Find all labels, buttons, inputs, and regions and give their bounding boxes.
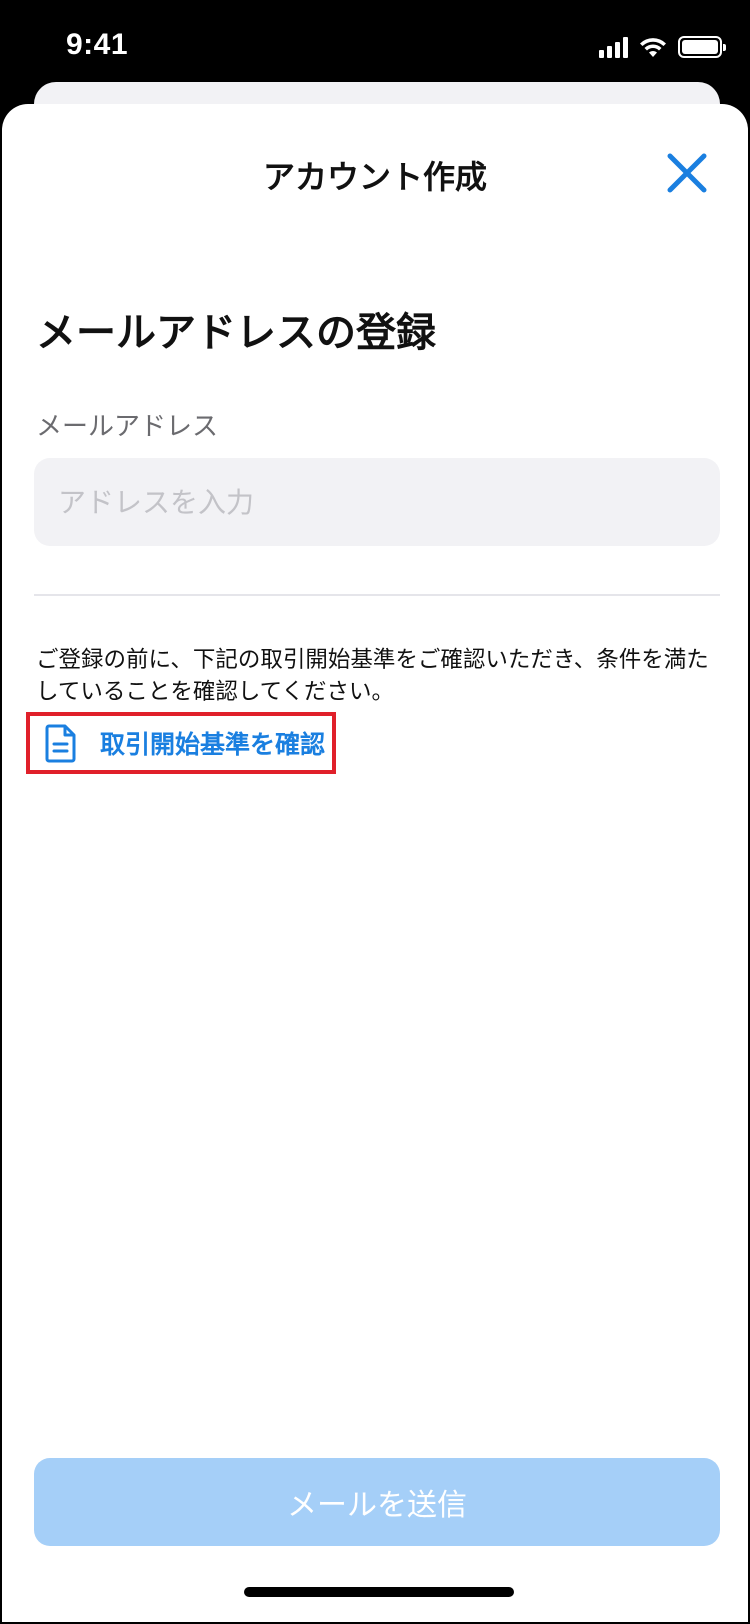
modal-sheet: アカウント作成 メールアドレスの登録 メールアドレス ご登録の前に、下記の取引開… xyxy=(2,104,748,1622)
email-input[interactable] xyxy=(34,458,720,546)
document-icon xyxy=(44,723,78,763)
status-icons xyxy=(599,32,726,62)
page-heading: メールアドレスの登録 xyxy=(36,310,436,356)
email-label: メールアドレス xyxy=(36,412,219,442)
status-bar: 9:41 xyxy=(2,2,748,92)
trading-criteria-link-label: 取引開始基準を確認 xyxy=(100,730,326,759)
notice-text: ご登録の前に、下記の取引開始基準をご確認いただき、条件を満たしていることを確認し… xyxy=(36,647,709,705)
cellular-signal-icon xyxy=(599,36,628,58)
sheet-title: アカウント作成 xyxy=(262,158,487,196)
battery-icon xyxy=(678,36,726,58)
trading-criteria-link[interactable]: 取引開始基準を確認 xyxy=(26,712,336,774)
send-email-button[interactable]: メールを送信 xyxy=(34,1458,720,1546)
status-time: 9:41 xyxy=(66,28,129,61)
close-button[interactable] xyxy=(664,150,710,196)
divider xyxy=(34,594,720,596)
device-frame: 9:41 アカウント作成 メールアドレスの登録 メールアドレス アドレスを入力 … xyxy=(0,0,750,1624)
wifi-icon xyxy=(640,38,666,57)
home-indicator xyxy=(244,1587,514,1597)
close-icon xyxy=(667,153,707,193)
